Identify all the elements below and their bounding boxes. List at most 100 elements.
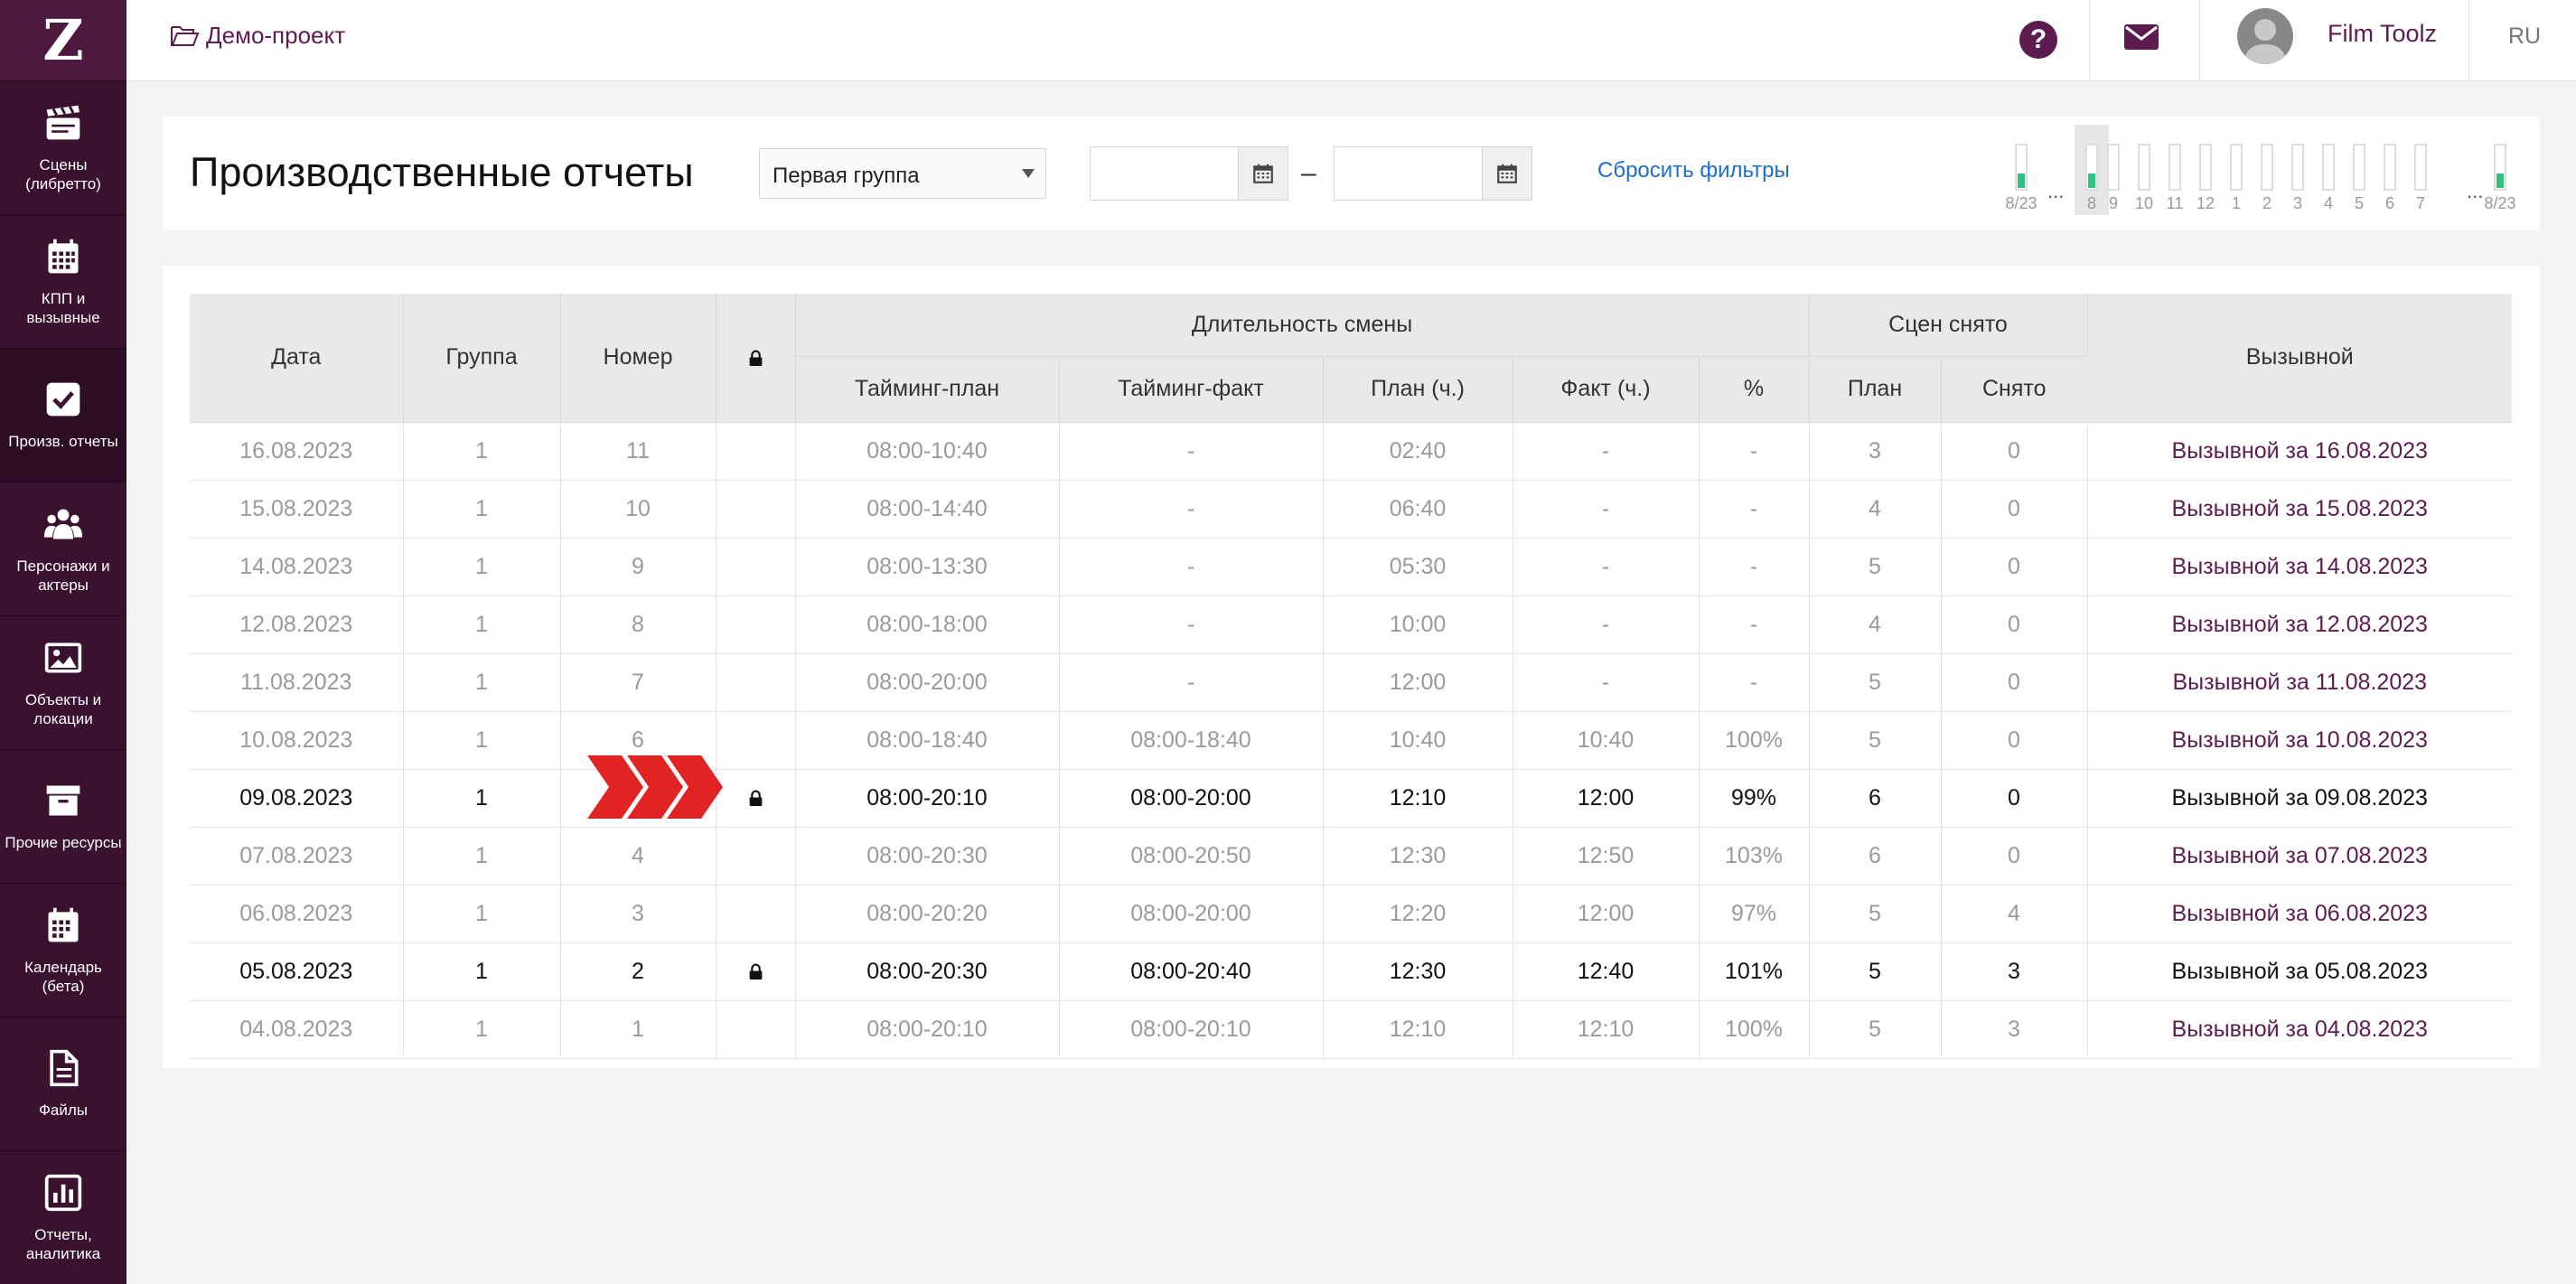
reset-filters-link[interactable]: Сбросить фильтры	[1597, 158, 1790, 183]
help-icon[interactable]: ?	[2019, 21, 2057, 59]
sidebar-item-calendar[interactable]: Календарь (бета)	[0, 884, 126, 1017]
table-row[interactable]: 15.08.2023 1 10 08:00-14:40-06:40- -4 0 Вызывн…	[190, 480, 2512, 539]
table-row[interactable]: 04.08.2023 1 1 08:00-20:10 08:00-20:10 12:10 1…	[190, 1000, 2512, 1059]
cell-plan-hours: 12:10	[1323, 1000, 1513, 1059]
cell-fact-hours: -	[1513, 480, 1700, 539]
cell-percent: 100%	[1699, 711, 1810, 770]
col-fact-hours[interactable]: Факт (ч.)	[1513, 356, 1700, 423]
sidebar-item-callsheets[interactable]: КПП и вызывные	[0, 215, 126, 349]
timeline-day-bar[interactable]	[2384, 144, 2396, 191]
cell-callsheet-link[interactable]: Вызывной за 11.08.2023	[2087, 653, 2512, 712]
cell-callsheet-link[interactable]: Вызывной за 05.08.2023	[2087, 942, 2512, 1001]
col-percent[interactable]: %	[1699, 356, 1810, 423]
timeline-day-bar[interactable]	[2353, 144, 2365, 191]
cell-callsheet-link[interactable]: Вызывной за 15.08.2023	[2087, 480, 2512, 539]
divider	[2468, 0, 2469, 80]
sidebar-item-characters[interactable]: Персонажи и актеры	[0, 483, 126, 616]
divider	[2199, 0, 2200, 80]
cell-callsheet-link[interactable]: Вызывной за 04.08.2023	[2087, 1000, 2512, 1059]
calendar-icon[interactable]	[1238, 147, 1288, 200]
cell-number: 10	[560, 480, 717, 539]
col-plan-hours[interactable]: План (ч.)	[1323, 356, 1513, 423]
timeline-day-bar[interactable]	[2107, 144, 2120, 191]
cell-callsheet-link[interactable]: Вызывной за 12.08.2023	[2087, 595, 2512, 654]
table-row[interactable]: 06.08.2023 1 3 08:00-20:20 08:00-20:00 12:20 1…	[190, 885, 2512, 943]
timeline-day-bar[interactable]	[2015, 144, 2028, 191]
cell-percent: -	[1699, 480, 1810, 539]
user-name[interactable]: Film Toolz	[2328, 20, 2437, 48]
cell-callsheet-link[interactable]: Вызывной за 14.08.2023	[2087, 538, 2512, 596]
reports-panel: Дата Группа Номер Длительность смены Сце…	[163, 266, 2540, 1068]
cell-scenes-done: 4	[1941, 885, 2088, 943]
cell-plan-hours: 12:00	[1323, 653, 1513, 712]
timeline-day-bar[interactable]	[2169, 144, 2181, 191]
cell-scenes-plan: 5	[1809, 711, 1942, 770]
calendar-icon[interactable]	[1482, 147, 1532, 200]
timeline-day-bar[interactable]	[2261, 144, 2273, 191]
sidebar-item-reports[interactable]: Произв. отчеты	[0, 349, 126, 483]
col-scenes-done[interactable]: Снято	[1941, 356, 2087, 423]
cell-date: 16.08.2023	[190, 422, 404, 481]
sidebar-item-scenes[interactable]: Сцены (либретто)	[0, 81, 126, 215]
project-link[interactable]: Демо-проект	[170, 22, 345, 50]
cell-lock	[716, 538, 796, 596]
app-logo[interactable]: Z	[0, 0, 126, 81]
timeline-day-bar[interactable]	[2085, 144, 2098, 191]
cell-timing-fact: -	[1059, 422, 1324, 481]
sidebar-item-resources[interactable]: Прочие ресурсы	[0, 750, 126, 884]
cell-callsheet-link[interactable]: Вызывной за 09.08.2023	[2087, 769, 2512, 828]
timeline-day-label: 12	[2196, 194, 2215, 212]
col-scenes-plan[interactable]: План	[1809, 356, 1942, 423]
cell-scenes-done: 0	[1941, 538, 2088, 596]
col-lock	[716, 294, 796, 423]
timeline-day-bar[interactable]	[2494, 144, 2506, 191]
col-date[interactable]: Дата	[190, 294, 404, 423]
language-switch[interactable]: RU	[2508, 23, 2541, 50]
date-from-input[interactable]	[1090, 146, 1288, 201]
sidebar-item-files[interactable]: Файлы	[0, 1017, 126, 1151]
cell-plan-hours: 12:30	[1323, 942, 1513, 1001]
table-row[interactable]: 14.08.2023 1 9 08:00-13:30-05:30- -5 0 Вызывно…	[190, 538, 2512, 596]
col-group-shift-duration: Длительность смены	[795, 294, 1810, 357]
cell-scenes-plan: 5	[1809, 885, 1942, 943]
col-timing-plan[interactable]: Тайминг-план	[795, 356, 1060, 423]
sidebar-item-label: Файлы	[38, 1101, 88, 1119]
timeline-day-bar[interactable]	[2230, 144, 2243, 191]
sidebar-item-label: Календарь (бета)	[24, 958, 102, 995]
table-row[interactable]: 05.08.2023 1 2 08:00-20:30 08:00-20:40 12:30 1…	[190, 942, 2512, 1001]
avatar[interactable]	[2237, 8, 2293, 64]
cell-percent: 103%	[1699, 827, 1810, 886]
cell-number: 11	[560, 422, 717, 481]
col-timing-fact[interactable]: Тайминг-факт	[1059, 356, 1324, 423]
sidebar-item-locations[interactable]: Объекты и локации	[0, 616, 126, 750]
table-row[interactable]: 11.08.2023 1 7 08:00-20:00-12:00- -5 0 Вызывно…	[190, 653, 2512, 712]
table-row[interactable]: 10.08.2023 1 6 08:00-18:40 08:00-18:40 10:40 1…	[190, 711, 2512, 770]
cell-callsheet-link[interactable]: Вызывной за 07.08.2023	[2087, 827, 2512, 886]
table-row[interactable]: 09.08.2023 1 08:00-20:10 08:00-20:00 12:10 12…	[190, 769, 2512, 828]
sidebar-item-label: Прочие ресурсы	[5, 834, 122, 851]
col-group[interactable]: Группа	[403, 294, 561, 423]
timeline-day-bar[interactable]	[2322, 144, 2335, 191]
topbar: Демо-проект ? Film Toolz RU	[126, 0, 2576, 81]
cell-callsheet-link[interactable]: Вызывной за 16.08.2023	[2087, 422, 2512, 481]
date-to-input[interactable]	[1334, 146, 1532, 201]
cell-timing-plan: 08:00-20:30	[795, 827, 1060, 886]
cell-scenes-plan: 4	[1809, 595, 1942, 654]
timeline-day-bar[interactable]	[2138, 144, 2150, 191]
cell-timing-fact: 08:00-20:50	[1059, 827, 1324, 886]
table-row[interactable]: 16.08.2023 1 11 08:00-10:40-02:40- -3 0 Вызывн…	[190, 422, 2512, 481]
timeline-day-bar[interactable]	[2291, 144, 2304, 191]
timeline-ellipsis: ...	[2047, 180, 2065, 202]
mail-icon[interactable]	[2123, 23, 2159, 55]
cell-callsheet-link[interactable]: Вызывной за 06.08.2023	[2087, 885, 2512, 943]
timeline-day-bar[interactable]	[2414, 144, 2427, 191]
sidebar-item-analytics[interactable]: Отчеты, аналитика	[0, 1151, 126, 1284]
table-row[interactable]: 12.08.2023 1 8 08:00-18:00-10:00- -4 0 Вызывно…	[190, 595, 2512, 654]
col-callsheet[interactable]: Вызывной	[2087, 294, 2512, 423]
col-number[interactable]: Номер	[560, 294, 717, 423]
cell-callsheet-link[interactable]: Вызывной за 10.08.2023	[2087, 711, 2512, 770]
timeline-day-bar[interactable]	[2199, 144, 2212, 191]
cell-number: 2	[560, 942, 717, 1001]
group-select[interactable]: Первая группа	[759, 148, 1046, 199]
table-row[interactable]: 07.08.2023 1 4 08:00-20:30 08:00-20:50 12:30 1…	[190, 827, 2512, 886]
